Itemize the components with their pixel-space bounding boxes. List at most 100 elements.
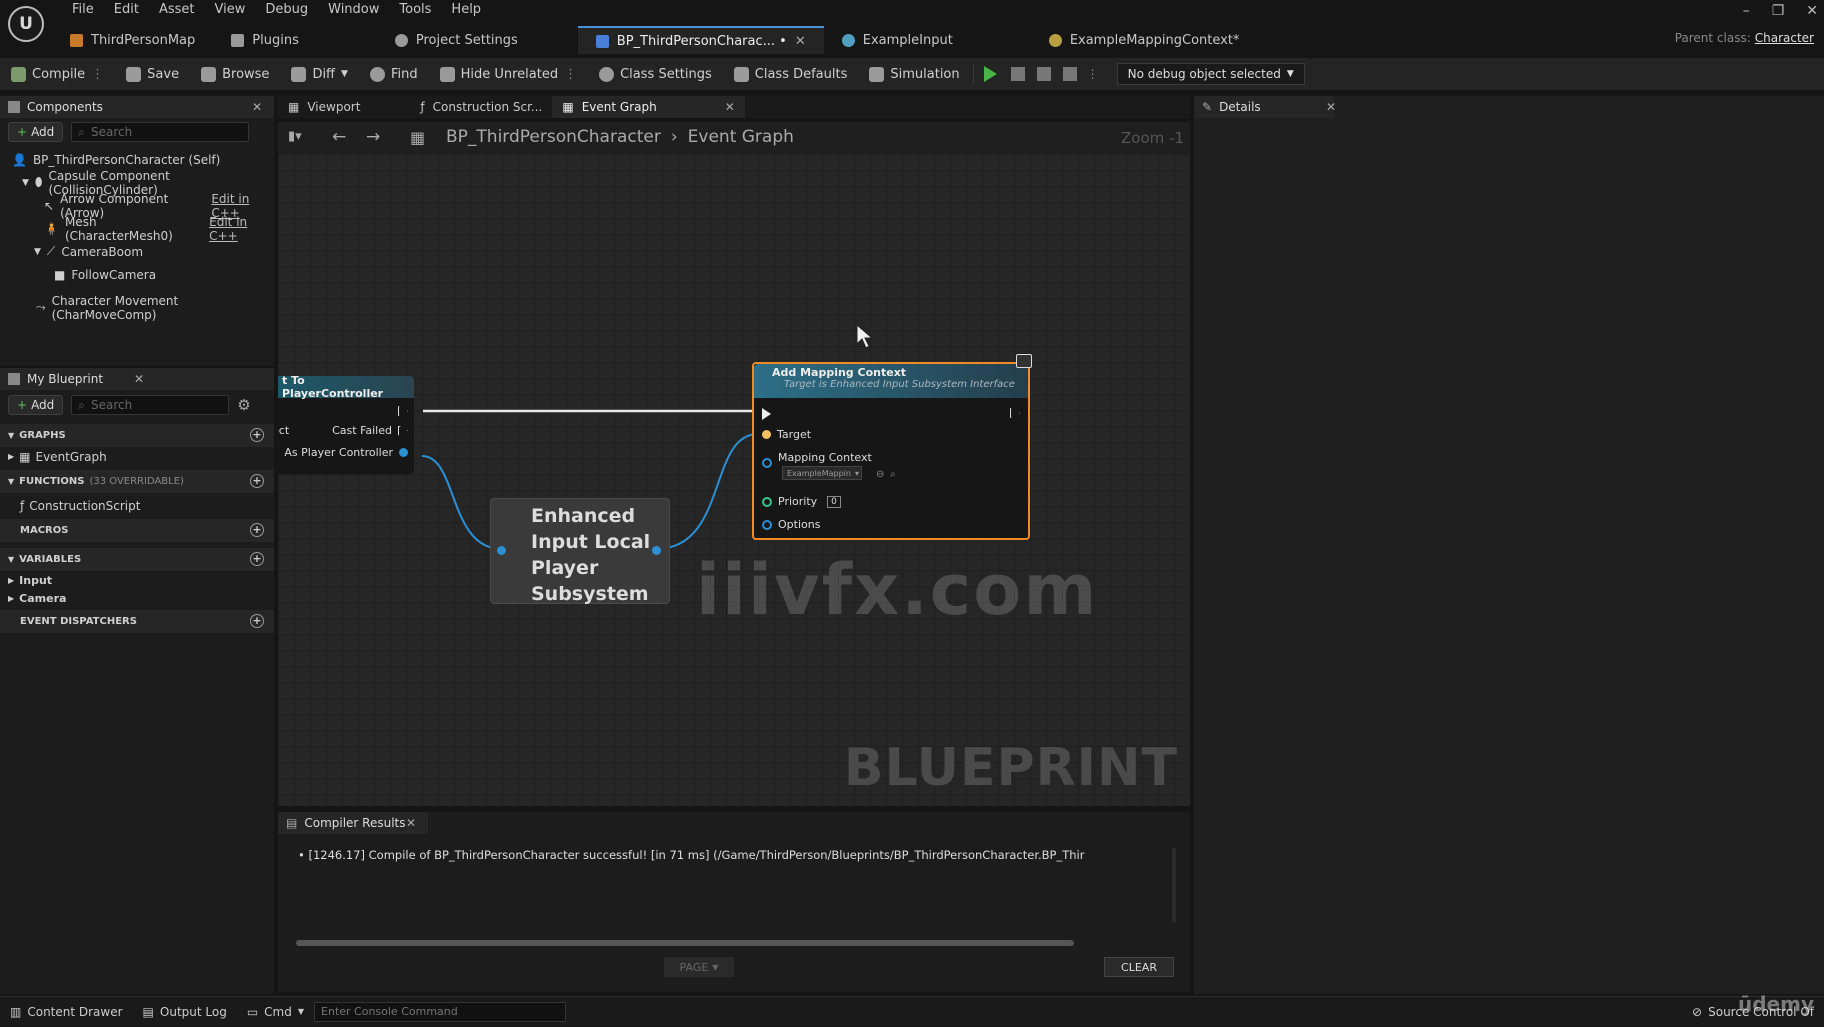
add-graph-icon[interactable]: + (250, 428, 264, 442)
use-selected-icon[interactable]: ⊖ (876, 469, 884, 480)
exec-out-pin[interactable] (398, 406, 408, 416)
section-macros[interactable]: MACROS + (0, 519, 274, 542)
parent-class-link[interactable]: Character (1755, 31, 1814, 45)
tab-thirdpersonmap[interactable]: ThirdPersonMap (52, 26, 213, 54)
subsystem-input-pin[interactable] (497, 546, 506, 555)
close-tab-icon[interactable]: ✕ (725, 100, 735, 114)
stop-icon[interactable] (1036, 67, 1051, 81)
diff-button[interactable]: Diff ▼ (280, 58, 359, 90)
menu-tools[interactable]: Tools (389, 2, 441, 17)
tab-plugins[interactable]: Plugins (213, 26, 317, 54)
graph-item-eventgraph[interactable]: ▶ ▦ EventGraph (0, 447, 274, 466)
console-command-input[interactable] (314, 1001, 567, 1022)
tab-event-graph[interactable]: ▦ Event Graph ✕ (552, 96, 745, 118)
horizontal-scrollbar[interactable] (296, 940, 1074, 946)
edit-in-cpp-link[interactable]: Edit in C++ (209, 215, 274, 243)
menu-edit[interactable]: Edit (104, 2, 149, 17)
section-graphs[interactable]: ▼ GRAPHS + (0, 424, 274, 447)
close-panel-icon[interactable]: ✕ (252, 100, 262, 114)
add-mapping-context-node[interactable]: Add Mapping Context Target is Enhanced I… (752, 354, 1032, 540)
cast-failed-pin[interactable]: Cast Failed (332, 424, 408, 437)
subsystem-node[interactable]: Enhanced Input Local Player Subsystem (490, 498, 670, 605)
browse-asset-icon[interactable]: ⌕ (890, 469, 896, 480)
tab-viewport[interactable]: ▦ Viewport (278, 96, 370, 118)
simulation-icon (869, 66, 885, 82)
component-mesh[interactable]: 🧍 Mesh (CharacterMesh0) Edit in C++ (0, 215, 274, 243)
back-arrow-icon[interactable]: ← (332, 127, 346, 147)
priority-input[interactable]: 0 (827, 495, 841, 508)
menu-file[interactable]: File (62, 2, 104, 17)
close-panel-icon[interactable]: ✕ (406, 816, 416, 830)
add-macro-icon[interactable]: + (250, 523, 264, 537)
close-panel-icon[interactable]: ✕ (134, 372, 144, 386)
play-options-icon[interactable]: ⋮ (1087, 67, 1099, 81)
unreal-logo-icon[interactable]: U (8, 6, 44, 42)
options-pin[interactable]: Options (762, 518, 820, 531)
close-tab-icon[interactable]: ✕ (795, 34, 806, 49)
priority-pin[interactable]: Priority 0 (762, 495, 841, 508)
simulation-button[interactable]: Simulation (858, 58, 970, 90)
minimize-icon[interactable]: – (1743, 3, 1750, 19)
my-blueprint-search-input[interactable]: ⌕ Search (71, 395, 230, 415)
tab-construction-script[interactable]: ƒ Construction Scr... (410, 96, 552, 118)
function-item-constructionscript[interactable]: ƒ ConstructionScript (0, 496, 274, 515)
restore-icon[interactable]: ❐ (1772, 3, 1785, 19)
target-pin[interactable]: Target (762, 428, 811, 441)
close-window-icon[interactable]: ✕ (1806, 3, 1818, 19)
search-icon: ⌕ (78, 397, 86, 412)
mapping-context-select[interactable]: ExampleMappin ▾ (782, 466, 862, 480)
exec-out-pin[interactable] (1010, 408, 1020, 418)
class-settings-button[interactable]: Class Settings (588, 58, 723, 90)
vertical-scrollbar[interactable] (1172, 848, 1176, 922)
output-log-button[interactable]: ▤ Output Log (133, 997, 237, 1027)
menu-asset[interactable]: Asset (149, 2, 205, 17)
content-drawer-button[interactable]: ▥ Content Drawer (0, 997, 133, 1027)
add-component-button[interactable]: + Add (8, 122, 64, 142)
cmd-select[interactable]: ▭ Cmd ▼ (237, 997, 314, 1027)
mapping-context-pin[interactable]: Mapping Context ExampleMappin ▾ (762, 451, 872, 480)
forward-arrow-icon[interactable]: → (366, 127, 380, 147)
clear-button[interactable]: CLEAR (1104, 957, 1174, 977)
subsystem-output-pin[interactable] (652, 546, 661, 555)
variable-category-input[interactable]: ▶ Input (0, 571, 274, 590)
cast-node[interactable]: t To PlayerController ect Cast Failed As… (278, 374, 414, 474)
component-movement[interactable]: ⤳ Character Movement (CharMoveComp) (0, 294, 274, 322)
class-defaults-button[interactable]: Class Defaults (723, 58, 859, 90)
add-variable-icon[interactable]: + (250, 552, 264, 566)
section-variables[interactable]: ▼ VARIABLES + (0, 548, 274, 571)
variable-category-camera[interactable]: ▶ Camera (0, 590, 274, 606)
page-select[interactable]: PAGE ▼ (664, 957, 734, 977)
eject-icon[interactable] (1062, 67, 1077, 81)
tab-exampleinput[interactable]: ExampleInput (824, 26, 971, 54)
event-graph-canvas[interactable]: t To PlayerController ect Cast Failed As… (278, 154, 1190, 806)
section-functions[interactable]: ▼ FUNCTIONS (33 OVERRIDABLE) + (0, 470, 274, 493)
browse-button[interactable]: Browse (190, 58, 280, 90)
menu-help[interactable]: Help (441, 2, 491, 17)
add-member-button[interactable]: + Add (8, 395, 64, 415)
save-button[interactable]: Save (115, 58, 190, 90)
tab-examplemappingcontext[interactable]: ExampleMappingContext* (1031, 26, 1258, 54)
close-panel-icon[interactable]: ✕ (1326, 100, 1336, 114)
component-cameraboom[interactable]: ▼ ⟋ CameraBoom (0, 240, 274, 263)
step-icon[interactable] (1010, 67, 1025, 81)
hide-unrelated-button[interactable]: Hide Unrelated ⋮ (429, 58, 589, 90)
gear-icon[interactable]: ⚙ (237, 396, 250, 414)
tab-bp-thirdpersoncharacter[interactable]: BP_ThirdPersonCharac... • ✕ (577, 26, 824, 54)
component-followcamera[interactable]: ■ FollowCamera (0, 263, 274, 286)
menu-view[interactable]: View (205, 2, 256, 17)
menu-debug[interactable]: Debug (255, 2, 318, 17)
menu-window[interactable]: Window (318, 2, 389, 17)
exec-in-pin[interactable] (762, 408, 771, 420)
play-icon[interactable] (983, 66, 997, 82)
bookmark-icon[interactable]: ▮▾ (288, 129, 302, 144)
components-search-input[interactable]: ⌕ Search (71, 122, 250, 142)
compile-button[interactable]: Compile ⋮ (0, 58, 115, 90)
section-event-dispatchers[interactable]: EVENT DISPATCHERS + (0, 610, 274, 633)
add-dispatcher-icon[interactable]: + (250, 614, 264, 628)
tab-project-settings[interactable]: Project Settings (377, 26, 536, 54)
debug-object-select[interactable]: No debug object selected ▼ (1116, 63, 1305, 85)
find-button[interactable]: Find (359, 58, 429, 90)
as-player-controller-pin[interactable]: As Player Controller (284, 446, 408, 459)
add-function-icon[interactable]: + (250, 474, 264, 488)
breadcrumb-root[interactable]: BP_ThirdPersonCharacter (446, 127, 661, 147)
